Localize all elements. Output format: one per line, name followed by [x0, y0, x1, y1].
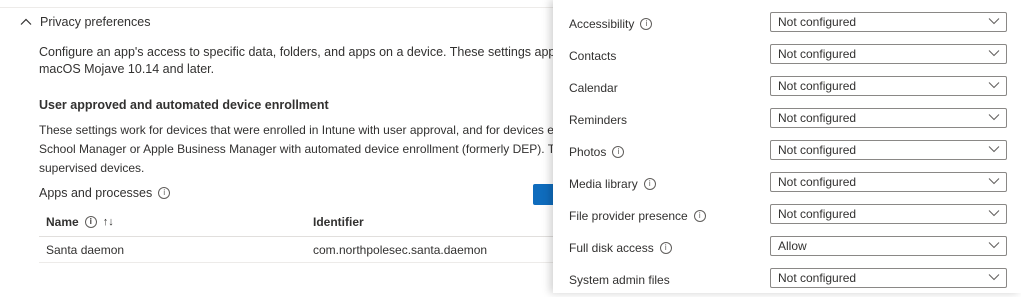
table-header-divider — [39, 236, 553, 237]
setting-label-text: Full disk access — [569, 241, 654, 255]
setting-photos: Photos i Not configured — [553, 137, 1021, 169]
setting-system-admin-files: System admin files Not configured — [553, 265, 1021, 297]
info-icon[interactable]: i — [84, 216, 97, 228]
chevron-down-icon — [988, 146, 1000, 153]
column-header-identifier-label: Identifier — [313, 215, 364, 229]
contacts-dropdown[interactable]: Not configured — [770, 44, 1007, 64]
setting-reminders: Reminders Not configured — [553, 105, 1021, 137]
add-button[interactable] — [533, 184, 553, 205]
dropdown-value: Not configured — [778, 47, 857, 61]
setting-label-text: Reminders — [569, 113, 628, 127]
setting-label-text: Photos — [569, 145, 607, 159]
enrollment-subheading: User approved and automated device enrol… — [39, 98, 329, 112]
dropdown-value: Not configured — [778, 79, 857, 93]
setting-label: Media library i — [569, 177, 656, 191]
apps-and-processes-label: Apps and processes i — [39, 186, 171, 200]
privacy-preferences-section: Privacy preferences Configure an app's a… — [0, 0, 553, 293]
column-header-identifier: Identifier — [313, 215, 364, 229]
setting-label: System admin files — [569, 273, 670, 287]
file-provider-presence-dropdown[interactable]: Not configured — [770, 204, 1007, 224]
info-icon[interactable]: i — [158, 187, 171, 199]
setting-contacts: Contacts Not configured — [553, 41, 1021, 73]
table-row-divider — [39, 262, 553, 263]
info-icon[interactable]: i — [640, 18, 653, 30]
chevron-down-icon — [988, 50, 1000, 57]
dropdown-value: Not configured — [778, 15, 857, 29]
dropdown-value: Not configured — [778, 207, 857, 221]
chevron-down-icon — [988, 210, 1000, 217]
calendar-dropdown[interactable]: Not configured — [770, 76, 1007, 96]
setting-media-library: Media library i Not configured — [553, 169, 1021, 201]
dropdown-value: Not configured — [778, 271, 857, 285]
chevron-down-icon — [988, 242, 1000, 249]
setting-label: Photos i — [569, 145, 625, 159]
section-description-line2: macOS Mojave 10.14 and later. — [39, 62, 215, 76]
reminders-dropdown[interactable]: Not configured — [770, 108, 1007, 128]
column-header-name-label: Name — [46, 215, 79, 229]
setting-file-provider-presence: File provider presence i Not configured — [553, 201, 1021, 233]
chevron-up-icon[interactable] — [18, 14, 34, 30]
dropdown-value: Allow — [778, 239, 807, 253]
chevron-down-icon — [988, 178, 1000, 185]
section-title: Privacy preferences — [40, 15, 151, 29]
dropdown-value: Not configured — [778, 111, 857, 125]
info-icon[interactable]: i — [612, 146, 625, 158]
enrollment-text-line3: supervised devices. — [39, 161, 145, 175]
setting-label: File provider presence i — [569, 209, 706, 223]
chevron-down-icon — [988, 18, 1000, 25]
setting-label: Accessibility i — [569, 17, 653, 31]
chevron-down-icon — [988, 114, 1000, 121]
dropdown-value: Not configured — [778, 143, 857, 157]
setting-label: Contacts — [569, 49, 616, 63]
privacy-settings-panel: Accessibility i Not configured Contacts … — [553, 0, 1021, 293]
accessibility-dropdown[interactable]: Not configured — [770, 12, 1007, 32]
system-admin-files-dropdown[interactable]: Not configured — [770, 268, 1007, 288]
setting-label-text: Media library — [569, 177, 638, 191]
info-icon[interactable]: i — [643, 178, 656, 190]
section-description-line1: Configure an app's access to specific da… — [39, 45, 553, 59]
apps-label-text: Apps and processes — [39, 186, 153, 200]
media-library-dropdown[interactable]: Not configured — [770, 172, 1007, 192]
chevron-down-icon — [988, 82, 1000, 89]
setting-label-text: File provider presence — [569, 209, 688, 223]
enrollment-text-line2: School Manager or Apple Business Manager… — [39, 142, 553, 156]
setting-full-disk-access: Full disk access i Allow — [553, 233, 1021, 265]
setting-label: Calendar — [569, 81, 618, 95]
divider — [0, 7, 553, 8]
setting-calendar: Calendar Not configured — [553, 73, 1021, 105]
setting-accessibility: Accessibility i Not configured — [553, 9, 1021, 41]
setting-label: Full disk access i — [569, 241, 672, 255]
column-header-name[interactable]: Name i ↑↓ — [46, 215, 114, 229]
table-cell-name[interactable]: Santa daemon — [46, 243, 124, 257]
dropdown-value: Not configured — [778, 175, 857, 189]
sort-icon[interactable]: ↑↓ — [103, 216, 114, 228]
setting-label: Reminders — [569, 113, 627, 127]
full-disk-access-dropdown[interactable]: Allow — [770, 236, 1007, 256]
section-header[interactable]: Privacy preferences — [18, 14, 150, 30]
enrollment-text-line1: These settings work for devices that wer… — [39, 123, 553, 137]
table-cell-identifier: com.northpolesec.santa.daemon — [313, 243, 488, 257]
chevron-down-icon — [988, 274, 1000, 281]
info-icon[interactable]: i — [693, 210, 706, 222]
photos-dropdown[interactable]: Not configured — [770, 140, 1007, 160]
setting-label-text: System admin files — [569, 273, 670, 287]
info-icon[interactable]: i — [659, 242, 672, 254]
setting-label-text: Calendar — [569, 81, 618, 95]
setting-label-text: Accessibility — [569, 17, 635, 31]
setting-label-text: Contacts — [569, 49, 617, 63]
